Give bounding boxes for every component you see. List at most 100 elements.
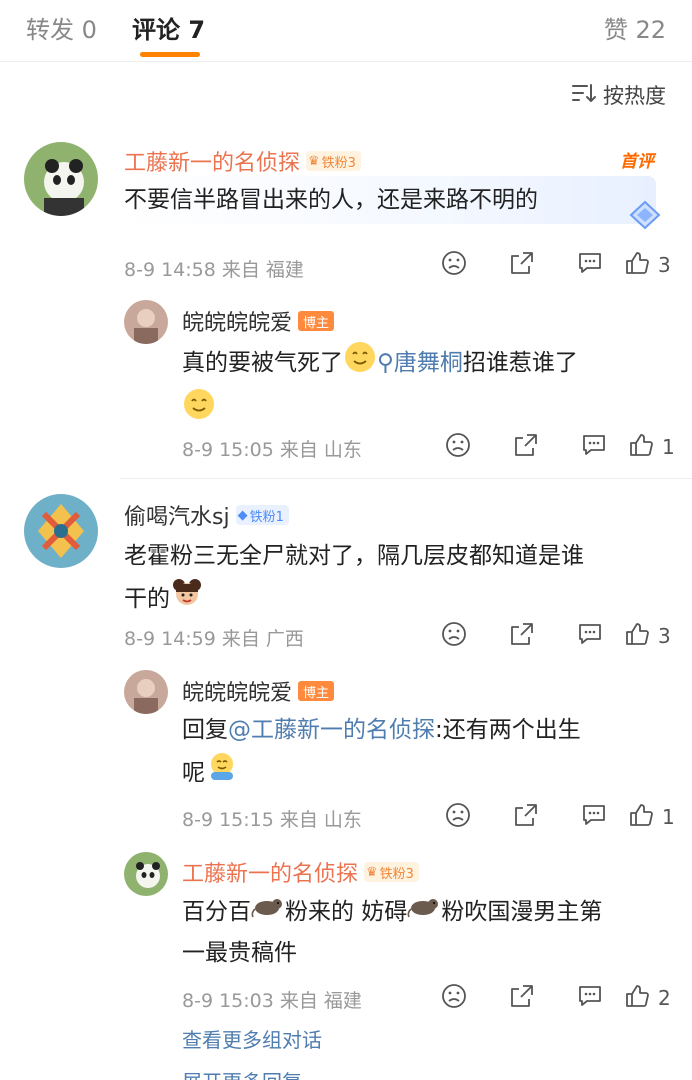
dislike-button[interactable] [424, 432, 492, 462]
user-mention-link[interactable]: @工藤新一的名侦探 [228, 717, 435, 743]
share-icon [509, 983, 535, 1013]
frown-icon [445, 802, 471, 832]
like-count: 1 [662, 805, 675, 829]
sort-button[interactable]: 按热度 [571, 80, 666, 110]
view-more-conversation-link[interactable]: 查看更多组对话 [182, 1024, 322, 1053]
share-button[interactable] [488, 983, 556, 1013]
smile-emoji-icon [182, 387, 216, 434]
dislike-button[interactable] [420, 621, 488, 651]
expand-more-replies-link[interactable]: 展开更多回复 [182, 1066, 302, 1080]
comment-meta: 8-9 14:58 来自 福建 [124, 259, 304, 281]
reply-text-part: 粉来的 妨碍 [285, 899, 408, 925]
rat-emoji-icon [251, 892, 285, 933]
reply-meta: 8-9 15:15 来自 山东 [182, 809, 362, 831]
comment-icon [577, 250, 603, 280]
like-button[interactable]: 1 [628, 802, 692, 832]
reply-text: 百分百 粉来的 妨碍 粉吹国漫男主第 一最贵稿件 [182, 892, 672, 973]
thumbs-up-icon [624, 983, 650, 1013]
thumbs-up-icon [624, 250, 650, 280]
reply-username[interactable]: 工藤新一的名侦探 ♛ 铁粉3 [182, 856, 419, 888]
host-badge: 博主 [298, 681, 335, 701]
comment-text: 老霍粉三无全尸就对了，隔几层皮都知道是谁 干的 [124, 536, 674, 623]
reply-actions: 1 [424, 802, 692, 832]
dislike-button[interactable] [420, 250, 488, 280]
share-button[interactable] [492, 432, 560, 462]
reply-text-part: 呢 [182, 760, 205, 786]
reply-button[interactable] [556, 983, 624, 1013]
reply-text: 回复@工藤新一的名侦探:还有两个出生 呢 [182, 710, 672, 797]
reply-prefix: 回复 [182, 717, 228, 743]
reply-button[interactable] [560, 802, 628, 832]
sort-icon [571, 82, 597, 109]
reply-button[interactable] [556, 621, 624, 651]
reply-text: 真的要被气死了 ⚲唐舞桐招谁惹谁了 [182, 340, 672, 434]
avatar[interactable] [124, 852, 168, 896]
like-count: 3 [658, 624, 671, 648]
share-button[interactable] [488, 250, 556, 280]
reply-meta: 8-9 15:03 来自 福建 [182, 990, 362, 1012]
reply-text-part: 招谁惹谁了 [462, 350, 578, 376]
share-icon [513, 432, 539, 462]
like-button[interactable]: 1 [628, 432, 692, 462]
reply-actions: 2 [420, 983, 692, 1013]
thumbs-up-icon [628, 432, 654, 462]
reply-username[interactable]: 皖皖皖皖爱 博主 [182, 305, 335, 337]
diamond-icon [626, 198, 664, 236]
reply-button[interactable] [556, 250, 624, 280]
comment-icon [581, 432, 607, 462]
dislike-button[interactable] [420, 983, 488, 1013]
topic-link[interactable]: ⚲唐舞桐 [377, 350, 463, 376]
tab-reposts[interactable]: 转发 0 [26, 10, 97, 45]
divider [120, 478, 692, 479]
host-badge: 博主 [298, 311, 335, 331]
diamond-icon: ◆ [237, 507, 248, 523]
like-button[interactable]: 2 [624, 983, 692, 1013]
share-icon [509, 250, 535, 280]
share-icon [513, 802, 539, 832]
reply-button[interactable] [560, 432, 628, 462]
hug-emoji-icon [205, 750, 239, 797]
like-button[interactable]: 3 [624, 250, 692, 280]
like-count: 1 [662, 435, 675, 459]
frown-icon [445, 432, 471, 462]
rat-emoji-icon [407, 892, 441, 933]
avatar[interactable] [124, 300, 168, 344]
comment-icon [577, 621, 603, 651]
comment-username[interactable]: 工藤新一的名侦探 ♛ 铁粉3 [124, 145, 361, 177]
sort-label: 按热度 [603, 84, 666, 108]
tab-bar: 转发 0 评论 7 赞 22 [0, 0, 692, 62]
first-comment-badge: 首评 [620, 152, 654, 172]
frown-icon [441, 621, 467, 651]
reply-text-part: 一最贵稿件 [182, 940, 297, 966]
avatar[interactable] [24, 142, 98, 216]
thumbs-up-icon [628, 802, 654, 832]
comment-username[interactable]: 偷喝汽水sj ◆ 铁粉1 [124, 499, 289, 531]
avatar[interactable] [124, 670, 168, 714]
like-count: 3 [658, 253, 671, 277]
tab-likes[interactable]: 赞 22 [604, 10, 666, 45]
smile-emoji-icon [343, 340, 377, 387]
search-icon: ⚲ [377, 350, 394, 376]
share-button[interactable] [492, 802, 560, 832]
comment-text: 不要信半路冒出来的人，还是来路不明的 [124, 187, 538, 213]
tab-comments[interactable]: 评论 7 [132, 10, 205, 45]
thumbs-up-icon [624, 621, 650, 651]
fan-badge: ♛ 铁粉3 [364, 862, 419, 882]
dislike-button[interactable] [424, 802, 492, 832]
cartoon-girl-emoji-icon [170, 576, 204, 623]
reply-text-part: 百分百 [182, 899, 251, 925]
comment-meta: 8-9 14:59 来自 广西 [124, 628, 304, 650]
comment-actions: 3 [420, 621, 692, 651]
like-button[interactable]: 3 [624, 621, 692, 651]
share-icon [509, 621, 535, 651]
reply-text-part: 粉吹国漫男主第 [441, 899, 603, 925]
crown-icon: ♛ [308, 153, 320, 169]
share-button[interactable] [488, 621, 556, 651]
active-tab-indicator [140, 52, 200, 57]
avatar[interactable] [24, 494, 98, 568]
reply-username[interactable]: 皖皖皖皖爱 博主 [182, 675, 335, 707]
fan-badge: ♛ 铁粉3 [306, 151, 361, 171]
crown-icon: ♛ [366, 864, 378, 880]
reply-meta: 8-9 15:05 来自 山东 [182, 439, 362, 461]
comment-icon [577, 983, 603, 1013]
